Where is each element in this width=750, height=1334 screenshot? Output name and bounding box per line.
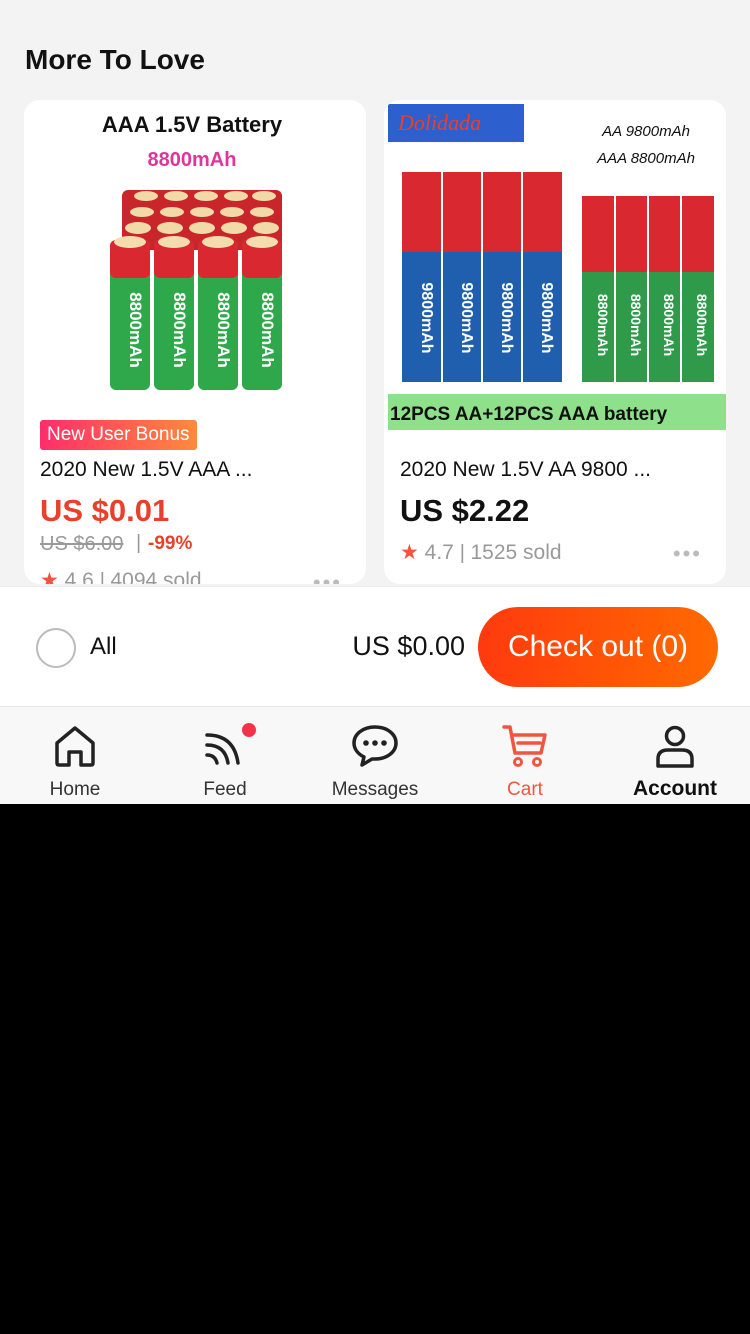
tab-messages[interactable]: Messages [300,707,450,804]
svg-text:9800mAh: 9800mAh [458,282,475,353]
tab-label: Cart [507,779,543,800]
total-price: US $0.00 [352,631,465,661]
product-title[interactable]: 2020 New 1.5V AAA ... [40,458,350,482]
svg-text:8800mAh: 8800mAh [661,294,677,356]
tab-account[interactable]: Account [600,707,750,804]
new-user-bonus-badge: New User Bonus [40,420,197,450]
more-options-icon[interactable]: ••• [313,570,342,584]
svg-text:9800mAh: 9800mAh [538,282,555,353]
tab-label: Feed [203,779,247,800]
sold-count: 4094 sold [110,569,202,584]
app-screen: More To Love AAA 1.5V Battery 8800mAh 88… [0,0,750,804]
svg-text:8800mAh: 8800mAh [694,294,710,356]
checkout-bar: All US $0.00 Check out (0) [0,586,750,706]
svg-text:9800mAh: 9800mAh [498,282,515,353]
section-title: More To Love [25,44,205,75]
product-card[interactable]: Dolidada AA 9800mAh AAA 8800mAh 9800mAh … [384,100,726,584]
svg-text:9800mAh: 9800mAh [418,282,435,353]
rating-value: 4.6 [64,569,94,584]
divider: | [99,570,111,584]
rating-row: ★ 4.7 | 1525 sold [400,540,562,565]
star-icon: ★ [400,541,419,564]
select-all-label[interactable]: All [90,633,117,661]
checkout-button[interactable]: Check out (0) [478,607,718,687]
image-capacity: 8800mAh [148,149,237,171]
product-image[interactable]: AAA 1.5V Battery 8800mAh 8800mAh 8800mAh… [24,100,366,442]
image-heading: AAA 1.5V Battery [102,112,283,137]
svg-text:AA 9800mAh: AA 9800mAh [601,123,690,140]
person-icon [656,725,694,768]
svg-text:8800mAh: 8800mAh [214,292,233,368]
product-card[interactable]: AAA 1.5V Battery 8800mAh 8800mAh 8800mAh… [24,100,366,584]
divider: | [459,542,471,564]
star-icon: ★ [40,569,59,584]
tab-cart[interactable]: Cart [450,707,600,804]
svg-text:8800mAh: 8800mAh [126,292,145,368]
original-price: US $6.00 [40,533,124,555]
bottom-tab-bar: Home Feed Messages Cart Account [0,706,750,804]
tab-feed[interactable]: Feed [150,707,300,804]
tab-label: Home [49,779,101,800]
notification-dot [242,723,256,737]
product-title[interactable]: 2020 New 1.5V AA 9800 ... [400,458,710,482]
product-image[interactable]: Dolidada AA 9800mAh AAA 8800mAh 9800mAh … [384,100,726,442]
svg-text:8800mAh: 8800mAh [170,292,189,368]
select-all-radio[interactable] [36,628,76,668]
image-brand: Dolidada [397,110,481,135]
more-options-icon[interactable]: ••• [673,541,702,567]
divider: | [136,532,142,554]
svg-text:AAA 8800mAh: AAA 8800mAh [596,150,695,167]
discount-label: -99% [148,533,193,554]
svg-text:8800mAh: 8800mAh [595,294,611,356]
chat-icon [352,725,398,767]
rating-value: 4.7 [424,541,454,564]
sold-count: 1525 sold [470,541,562,564]
product-price: US $0.01 [40,493,170,528]
product-price: US $2.22 [400,493,530,528]
home-icon [55,726,95,767]
tab-label: Account [633,777,717,800]
tab-label: Messages [331,779,419,800]
svg-text:8800mAh: 8800mAh [258,292,277,368]
cart-icon [502,725,547,767]
rating-row: ★ 4.6 | 4094 sold [40,568,202,584]
tab-home[interactable]: Home [0,707,150,804]
svg-text:8800mAh: 8800mAh [628,294,644,356]
image-banner: 12PCS AA+12PCS AAA battery [390,404,668,425]
